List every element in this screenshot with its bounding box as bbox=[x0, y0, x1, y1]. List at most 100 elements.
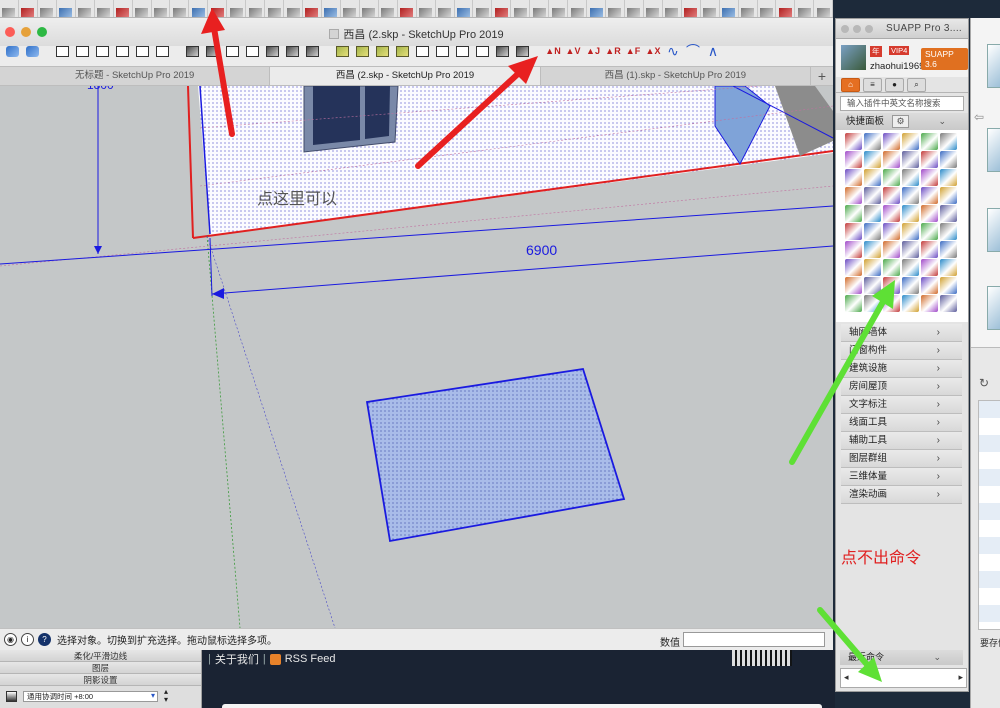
axis-r-icon[interactable]: ▲R bbox=[603, 46, 623, 56]
back-icon[interactable]: ⇦ bbox=[974, 110, 984, 124]
plugin-tool-icon[interactable] bbox=[845, 169, 862, 186]
toolbar-tool-icon[interactable] bbox=[455, 0, 474, 17]
flatten-icon[interactable] bbox=[513, 43, 531, 59]
model-viewport[interactable]: 1800 6900 点这里可以 bbox=[0, 86, 833, 628]
outliner-list[interactable] bbox=[978, 400, 1000, 630]
plugin-category-item[interactable]: 文字标注 › bbox=[841, 396, 962, 414]
tray-soften-edges[interactable]: 柔化/平滑边线 bbox=[0, 650, 201, 662]
axis-x-icon[interactable]: ▲X bbox=[643, 46, 663, 56]
toolbar-tool-icon[interactable] bbox=[322, 0, 341, 17]
plugin-tool-icon[interactable] bbox=[845, 223, 862, 240]
toolbar-tool-icon[interactable] bbox=[776, 0, 796, 17]
plugin-tool-icon[interactable] bbox=[902, 205, 919, 222]
help-icon[interactable]: ? bbox=[38, 633, 51, 646]
plugin-tool-icon[interactable] bbox=[883, 259, 900, 276]
plugin-tool-icon[interactable] bbox=[902, 277, 919, 294]
scroll-left-icon[interactable]: ◂ bbox=[844, 672, 849, 683]
toolbar-tool-icon[interactable] bbox=[720, 0, 739, 17]
plugin-tool-icon[interactable] bbox=[940, 295, 957, 312]
plugin-category-item[interactable]: 辅助工具 › bbox=[841, 432, 962, 450]
window-component[interactable] bbox=[303, 86, 399, 153]
xray-icon[interactable] bbox=[183, 43, 201, 59]
plugin-tool-icon[interactable] bbox=[902, 133, 919, 150]
plugin-tool-icon[interactable] bbox=[940, 241, 957, 258]
back-edges-icon[interactable] bbox=[203, 43, 221, 59]
plugin-tool-icon[interactable] bbox=[940, 133, 957, 150]
tab-untitled[interactable]: 无标题 - SketchUp Pro 2019 bbox=[0, 67, 271, 85]
plugin-tool-icon[interactable] bbox=[940, 169, 957, 186]
toolbar-tool-icon[interactable] bbox=[625, 0, 644, 17]
toolbar-tool-icon[interactable] bbox=[606, 0, 625, 17]
plugin-category-item[interactable]: 门窗构件 › bbox=[841, 342, 962, 360]
search-icon[interactable]: ⌕ bbox=[907, 77, 926, 92]
plugin-tool-icon[interactable] bbox=[902, 169, 919, 186]
section-cut-icon[interactable] bbox=[473, 43, 491, 59]
plugin-category-item[interactable]: 三维体量 › bbox=[841, 468, 962, 486]
undo-icon[interactable] bbox=[3, 43, 21, 59]
plugin-tool-icon[interactable] bbox=[845, 133, 862, 150]
toolbar-tool-icon[interactable] bbox=[133, 0, 152, 17]
toolbar-tool-icon[interactable] bbox=[152, 0, 171, 17]
section-plane-icon[interactable] bbox=[433, 43, 451, 59]
plugin-tool-icon[interactable] bbox=[921, 295, 938, 312]
plugin-tool-icon[interactable] bbox=[883, 187, 900, 204]
shaded-icon[interactable] bbox=[263, 43, 281, 59]
plugin-tool-icon[interactable] bbox=[902, 223, 919, 240]
plugin-tool-icon[interactable] bbox=[845, 205, 862, 222]
curve-wave-icon[interactable]: ∿ bbox=[663, 43, 683, 60]
toolbar-tool-icon[interactable] bbox=[189, 0, 209, 17]
plugin-tool-icon[interactable] bbox=[921, 241, 938, 258]
toolbar-tool-icon[interactable] bbox=[701, 0, 720, 17]
about-us-link[interactable]: 关于我们 bbox=[215, 651, 259, 667]
measurements-input[interactable] bbox=[683, 632, 825, 647]
toolbar-tool-icon[interactable] bbox=[758, 0, 777, 17]
chevron-down-icon[interactable]: ⌄ bbox=[938, 113, 946, 130]
scroll-right-icon[interactable]: ▸ bbox=[958, 672, 963, 683]
toolbar-tool-icon[interactable] bbox=[19, 0, 38, 17]
toolbar-tool-icon[interactable] bbox=[114, 0, 133, 17]
plugin-tool-icon[interactable] bbox=[921, 133, 938, 150]
toolbar-tool-icon[interactable] bbox=[549, 0, 569, 17]
plugin-tool-icon[interactable] bbox=[883, 295, 900, 312]
solid-intersect-icon[interactable] bbox=[353, 43, 371, 59]
gear-icon[interactable]: ⚙ bbox=[892, 115, 909, 128]
left-view-icon[interactable] bbox=[153, 43, 171, 59]
plugin-tool-icon[interactable] bbox=[883, 169, 900, 186]
plugin-category-item[interactable]: 轴网墙体 › bbox=[841, 324, 962, 342]
avatar[interactable] bbox=[841, 45, 866, 70]
timezone-select[interactable]: 通用协调时间 +8:00 bbox=[23, 690, 158, 702]
chevron-down-icon[interactable]: ⌄ bbox=[933, 650, 941, 665]
toolbar-tool-icon[interactable] bbox=[208, 0, 228, 17]
plugin-tool-icon[interactable] bbox=[902, 295, 919, 312]
section-display-icon[interactable] bbox=[453, 43, 471, 59]
tab-xichang-1[interactable]: 西昌 (1).skp - SketchUp Pro 2019 bbox=[541, 67, 811, 85]
front-view-icon[interactable] bbox=[93, 43, 111, 59]
toolbar-tool-icon[interactable] bbox=[227, 0, 247, 17]
geo-location-icon[interactable]: ◉ bbox=[4, 633, 17, 646]
toolbar-tool-icon[interactable] bbox=[795, 0, 815, 17]
plugin-category-item[interactable]: 房间屋顶 › bbox=[841, 378, 962, 396]
toolbar-tool-icon[interactable] bbox=[57, 0, 76, 17]
plugin-tool-icon[interactable] bbox=[845, 277, 862, 294]
plugin-tool-icon[interactable] bbox=[864, 277, 881, 294]
plugin-tool-icon[interactable] bbox=[864, 295, 881, 312]
plugin-tool-icon[interactable] bbox=[921, 169, 938, 186]
toolbar-tool-icon[interactable] bbox=[739, 0, 758, 17]
recent-commands-header[interactable]: 最近命令 ⌄ bbox=[840, 650, 963, 665]
plugin-tool-icon[interactable] bbox=[902, 187, 919, 204]
plugin-tool-icon[interactable] bbox=[940, 223, 957, 240]
curve-arch-icon[interactable]: ⌒ bbox=[683, 41, 703, 61]
toolbar-tool-icon[interactable] bbox=[417, 0, 436, 17]
tab-xichang-2[interactable]: 西昌 (2.skp - SketchUp Pro 2019 bbox=[270, 67, 541, 85]
toolbar-tool-icon[interactable] bbox=[492, 0, 512, 17]
plugin-tool-icon[interactable] bbox=[940, 277, 957, 294]
user-icon[interactable]: ● bbox=[885, 77, 904, 92]
toolbar-tool-icon[interactable] bbox=[170, 0, 190, 17]
shadow-toggle-icon[interactable] bbox=[6, 690, 17, 702]
selected-rectangle[interactable] bbox=[365, 367, 626, 543]
username[interactable]: zhaohui1969 bbox=[870, 61, 924, 72]
hidden-line-icon[interactable] bbox=[243, 43, 261, 59]
iso-view-icon[interactable] bbox=[53, 43, 71, 59]
add-tab-button[interactable]: + bbox=[811, 67, 833, 85]
plugin-tool-icon[interactable] bbox=[883, 151, 900, 168]
